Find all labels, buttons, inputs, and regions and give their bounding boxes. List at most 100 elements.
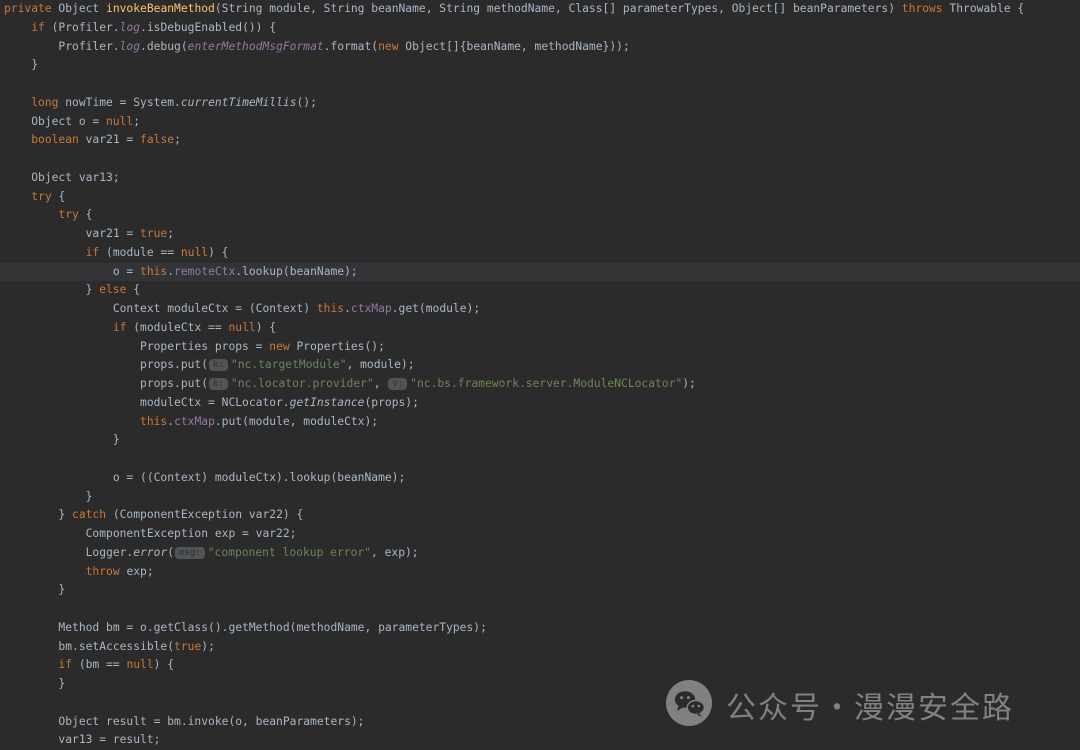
code-token <box>4 565 86 578</box>
code-token: ) { <box>256 321 276 334</box>
code-line[interactable]: Properties props = new Properties(); <box>0 338 1080 357</box>
code-line[interactable]: throw exp; <box>0 563 1080 582</box>
code-line[interactable]: try { <box>0 206 1080 225</box>
code-line[interactable]: long nowTime = System.currentTimeMillis(… <box>0 94 1080 113</box>
code-token: props.put( <box>4 358 208 371</box>
code-line[interactable]: if (moduleCtx == null) { <box>0 319 1080 338</box>
code-line[interactable]: ComponentException exp = var22; <box>0 525 1080 544</box>
code-line[interactable]: } <box>0 675 1080 694</box>
code-token: error <box>133 546 167 559</box>
code-token: if <box>86 246 100 259</box>
code-token: .put(module, moduleCtx); <box>215 415 378 428</box>
code-line[interactable]: } <box>0 581 1080 600</box>
code-token: getInstance <box>290 396 365 409</box>
code-token: ); <box>682 377 696 390</box>
code-token: { <box>126 283 140 296</box>
code-line[interactable]: bm.setAccessible(true); <box>0 638 1080 657</box>
code-token: try <box>31 190 51 203</box>
code-line[interactable] <box>0 75 1080 94</box>
code-token: (ComponentException var22) { <box>106 508 303 521</box>
code-token: } <box>4 677 65 690</box>
code-token: (String module, String beanName, String … <box>215 2 902 15</box>
code-token: ctxMap <box>174 415 215 428</box>
code-line[interactable]: this.ctxMap.put(module, moduleCtx); <box>0 413 1080 432</box>
code-token: throw <box>86 565 120 578</box>
code-token: exp; <box>120 565 154 578</box>
inlay-hint: k: <box>209 359 228 371</box>
code-token: ; <box>174 133 181 146</box>
code-token: boolean <box>31 133 79 146</box>
code-line[interactable]: o = ((Context) moduleCtx).lookup(beanNam… <box>0 469 1080 488</box>
code-line[interactable]: Object o = null; <box>0 113 1080 132</box>
code-token: if <box>113 321 127 334</box>
code-token: private <box>4 2 58 15</box>
code-token: , module); <box>347 358 415 371</box>
code-token: Object o = <box>4 115 106 128</box>
code-line[interactable]: if (bm == null) { <box>0 656 1080 675</box>
code-token: new <box>269 340 289 353</box>
active-code-line[interactable]: o = this.remoteCtx.lookup(beanName); <box>0 263 1080 282</box>
code-token: Throwable { <box>943 2 1025 15</box>
code-token: else <box>99 283 126 296</box>
code-line[interactable]: props.put(k:"nc.targetModule", module); <box>0 356 1080 375</box>
code-token: log <box>120 40 140 53</box>
code-token: new <box>378 40 398 53</box>
code-token <box>4 208 58 221</box>
inlay-hint: msg: <box>175 547 205 559</box>
code-line[interactable]: var13 = result; <box>0 731 1080 750</box>
code-token: } <box>4 583 65 596</box>
code-line[interactable]: Profiler.log.debug(enterMethodMsgFormat.… <box>0 38 1080 57</box>
code-editor[interactable]: private Object invokeBeanMethod(String m… <box>0 0 1080 750</box>
code-token: throws <box>902 2 943 15</box>
code-line[interactable]: } else { <box>0 281 1080 300</box>
code-line[interactable]: if (module == null) { <box>0 244 1080 263</box>
code-line[interactable]: props.put(k:"nc.locator.provider", v:"nc… <box>0 375 1080 394</box>
code-line[interactable]: } <box>0 56 1080 75</box>
code-token: Object var13; <box>4 171 120 184</box>
code-token: .isDebugEnabled()) { <box>140 21 276 34</box>
code-token <box>4 415 140 428</box>
code-token <box>4 246 86 259</box>
code-token: .format( <box>324 40 378 53</box>
code-line[interactable]: Object var13; <box>0 169 1080 188</box>
code-token: .lookup(beanName); <box>235 265 357 278</box>
code-line[interactable]: var21 = true; <box>0 225 1080 244</box>
code-token: Context moduleCtx = (Context) <box>4 302 317 315</box>
code-token <box>4 321 113 334</box>
code-token: props.put( <box>4 377 208 390</box>
code-token: (props); <box>364 396 418 409</box>
code-line[interactable]: moduleCtx = NCLocator.getInstance(props)… <box>0 394 1080 413</box>
code-token: Properties props = <box>4 340 269 353</box>
code-line[interactable] <box>0 600 1080 619</box>
code-token: (); <box>297 96 317 109</box>
code-token: false <box>140 133 174 146</box>
code-token: null <box>228 321 255 334</box>
code-line[interactable] <box>0 150 1080 169</box>
code-line[interactable]: private Object invokeBeanMethod(String m… <box>0 0 1080 19</box>
code-line[interactable]: boolean var21 = false; <box>0 131 1080 150</box>
code-token: } <box>4 283 99 296</box>
code-line[interactable] <box>0 694 1080 713</box>
code-token: true <box>174 640 201 653</box>
code-token: (module == <box>99 246 181 259</box>
code-line[interactable]: Method bm = o.getClass().getMethod(metho… <box>0 619 1080 638</box>
code-token: o = <box>4 265 140 278</box>
code-line[interactable]: } catch (ComponentException var22) { <box>0 506 1080 525</box>
code-token: invokeBeanMethod <box>106 2 215 15</box>
code-token: null <box>106 115 133 128</box>
code-token: { <box>52 190 66 203</box>
code-line[interactable]: if (Profiler.log.isDebugEnabled()) { <box>0 19 1080 38</box>
code-token: { <box>79 208 93 221</box>
code-token: if <box>31 21 45 34</box>
code-token: .debug( <box>140 40 188 53</box>
code-line[interactable]: Context moduleCtx = (Context) this.ctxMa… <box>0 300 1080 319</box>
code-line[interactable]: } <box>0 488 1080 507</box>
code-line[interactable] <box>0 450 1080 469</box>
code-line[interactable]: } <box>0 431 1080 450</box>
code-line[interactable]: try { <box>0 188 1080 207</box>
code-token: try <box>58 208 78 221</box>
code-line[interactable]: Object result = bm.invoke(o, beanParamet… <box>0 713 1080 732</box>
code-line[interactable]: Logger.error(msg:"component lookup error… <box>0 544 1080 563</box>
code-token: Profiler. <box>4 40 120 53</box>
code-token: moduleCtx = NCLocator. <box>4 396 290 409</box>
